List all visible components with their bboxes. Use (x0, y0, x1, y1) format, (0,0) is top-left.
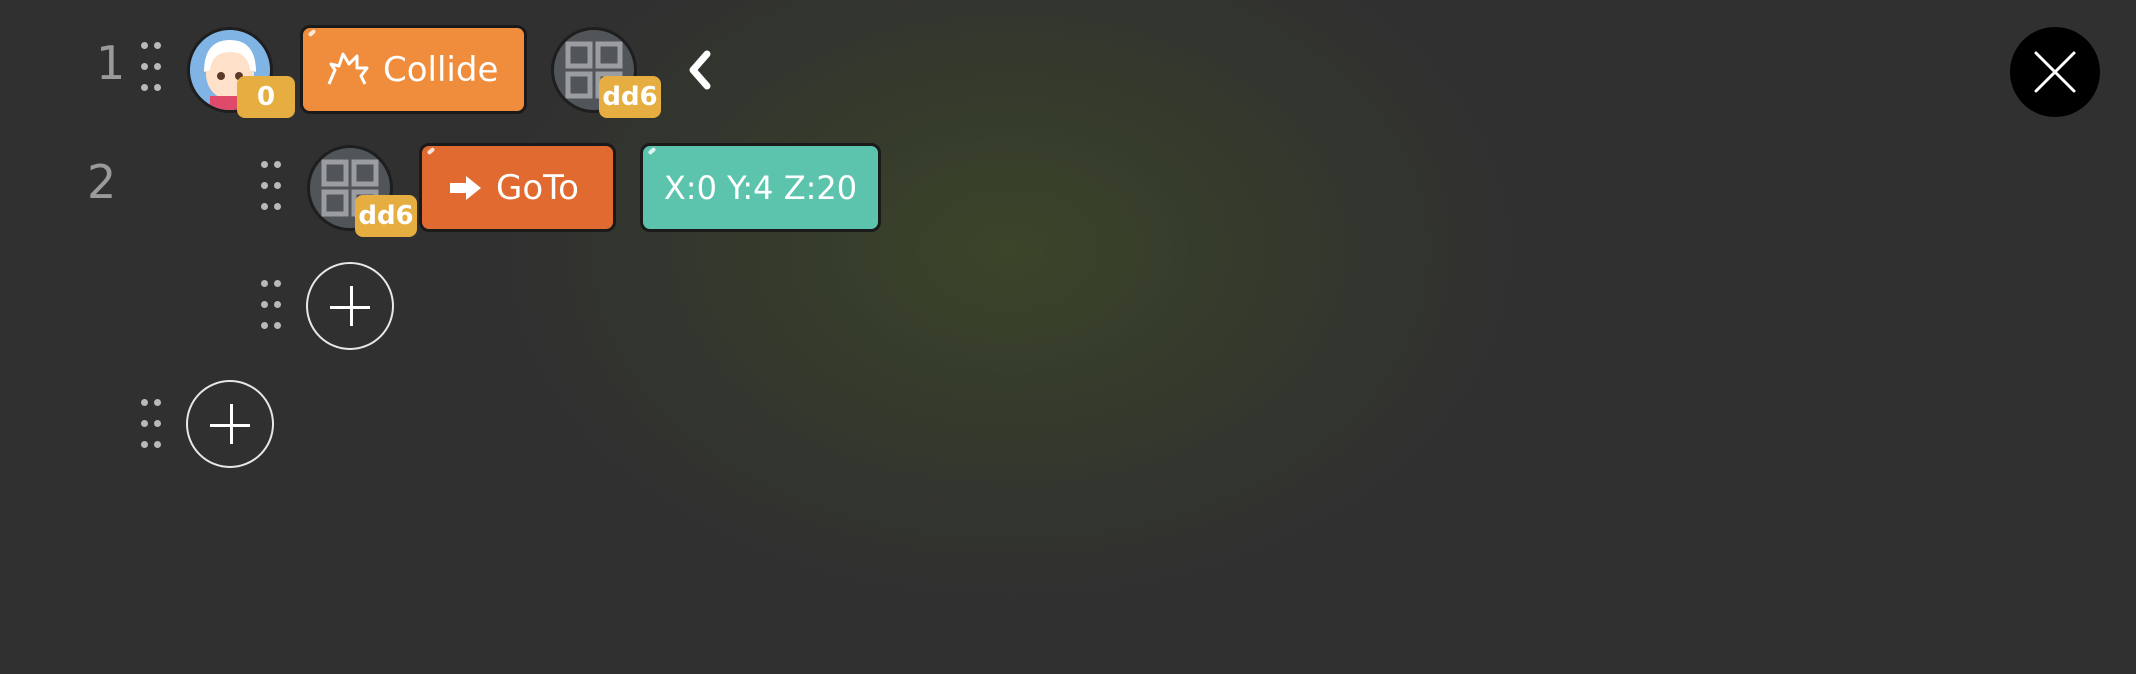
arrow-right-icon (450, 175, 481, 200)
drag-handle-icon[interactable] (261, 161, 281, 211)
position-param-label: X:0 Y:4 Z:20 (663, 168, 858, 207)
object-id-badge: dd6 (599, 76, 661, 118)
row-number: 1 (96, 36, 126, 90)
close-icon (2034, 51, 2076, 93)
add-rule-button[interactable] (186, 380, 274, 468)
position-param-block[interactable]: X:0 Y:4 Z:20 (640, 143, 881, 232)
drag-handle-icon[interactable] (261, 280, 281, 330)
drag-handle-icon[interactable] (141, 399, 161, 449)
chevron-left-icon[interactable] (680, 46, 720, 94)
add-action-button[interactable] (306, 262, 394, 350)
object-id-badge: dd6 (355, 195, 417, 237)
character-count-badge: 0 (237, 76, 295, 118)
collide-label: Collide (383, 49, 499, 90)
drag-handle-icon[interactable] (141, 42, 161, 92)
goto-label: GoTo (496, 167, 579, 208)
row-number: 2 (87, 155, 117, 209)
collide-event-block[interactable]: Collide (300, 25, 527, 114)
goto-action-block[interactable]: GoTo (419, 143, 616, 232)
collide-icon (327, 52, 369, 85)
close-button[interactable] (2010, 27, 2100, 117)
